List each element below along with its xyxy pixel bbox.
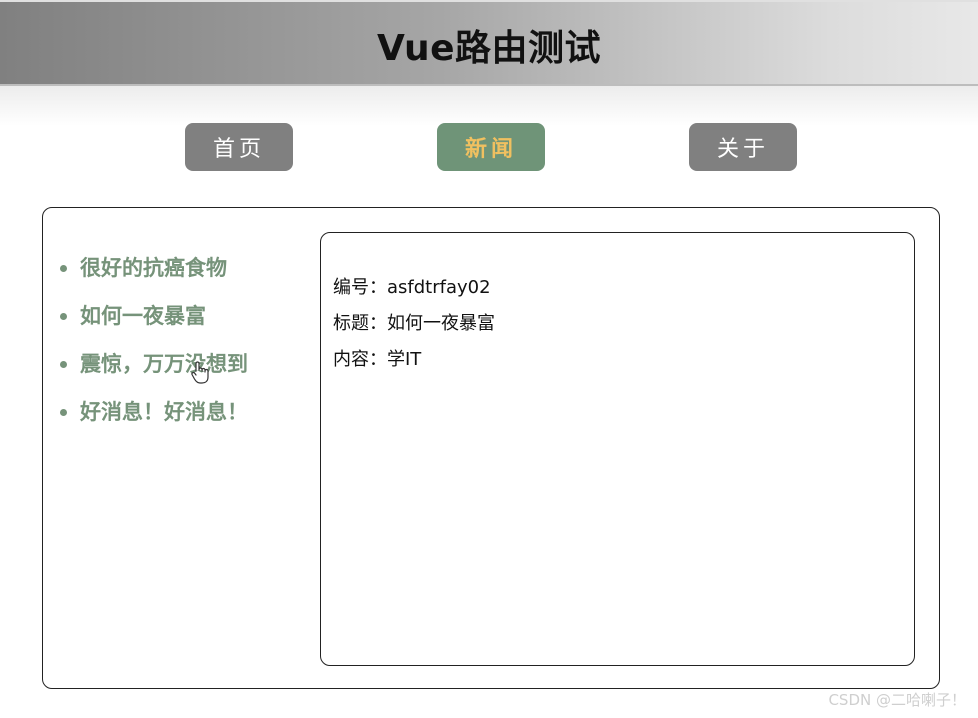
news-list: 很好的抗癌食物 如何一夜暴富 震惊，万万没想到 好消息！好消息！ [60, 248, 248, 440]
news-link-4[interactable]: 好消息！好消息！ [60, 392, 248, 440]
detail-content-row: 内容：学IT [333, 345, 914, 381]
detail-id-label: 编号： [333, 277, 387, 298]
detail-content-label: 内容： [333, 349, 387, 370]
header-bar: Vue路由测试 [0, 0, 978, 86]
detail-title-row: 标题：如何一夜暴富 [333, 309, 914, 345]
news-panel: 很好的抗癌食物 如何一夜暴富 震惊，万万没想到 好消息！好消息！ 编号：asfd… [42, 207, 940, 689]
detail-content-value: 学IT [387, 349, 422, 370]
detail-title-label: 标题： [333, 313, 387, 334]
hand-cursor-icon [191, 361, 209, 384]
main-nav: 首页 新闻 关于 [0, 123, 978, 171]
news-link-2[interactable]: 如何一夜暴富 [60, 296, 248, 344]
page: Vue路由测试 首页 新闻 关于 很好的抗癌食物 如何一夜暴富 震惊，万万没想到… [0, 0, 978, 718]
news-link-3[interactable]: 震惊，万万没想到 [60, 344, 248, 392]
header-shadow [0, 86, 978, 126]
news-detail-panel: 编号：asfdtrfay02 标题：如何一夜暴富 内容：学IT [320, 232, 915, 666]
nav-about-button[interactable]: 关于 [689, 123, 797, 171]
nav-news-button[interactable]: 新闻 [437, 123, 545, 171]
news-link-1[interactable]: 很好的抗癌食物 [60, 248, 248, 296]
page-title: Vue路由测试 [376, 28, 602, 69]
detail-id-row: 编号：asfdtrfay02 [333, 273, 914, 309]
detail-title-value: 如何一夜暴富 [387, 313, 495, 334]
nav-home-button[interactable]: 首页 [185, 123, 293, 171]
detail-id-value: asfdtrfay02 [387, 277, 491, 298]
csdn-watermark: CSDN @二哈喇子！ [828, 691, 966, 709]
